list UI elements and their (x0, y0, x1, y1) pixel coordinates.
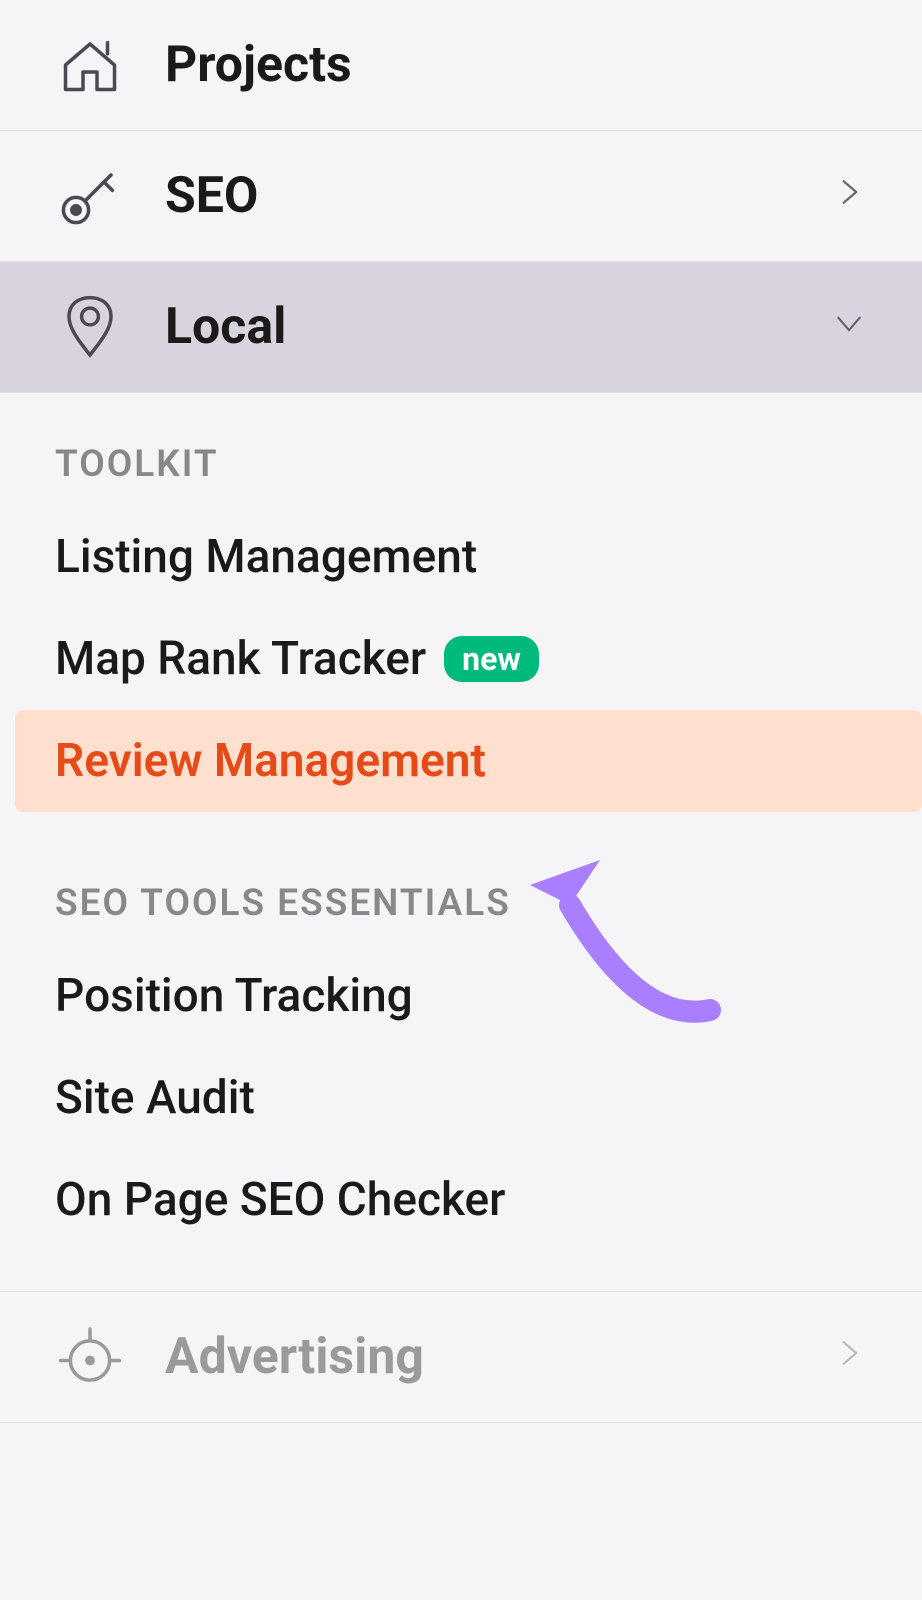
sidebar-item-label: Map Rank Tracker (55, 632, 426, 686)
nav-item-projects[interactable]: Projects (0, 0, 922, 131)
toolkit-items: Listing Management Map Rank Tracker new … (0, 486, 922, 832)
sidebar-item-site-audit[interactable]: Site Audit (0, 1047, 922, 1149)
nav-label-local: Local (165, 298, 286, 356)
new-badge: new (444, 636, 539, 682)
sidebar-item-listing-management[interactable]: Listing Management (0, 506, 922, 608)
nav-label-seo: SEO (165, 167, 258, 225)
sidebar-item-on-page-seo-checker[interactable]: On Page SEO Checker (0, 1149, 922, 1251)
target-icon (55, 1322, 135, 1392)
location-pin-icon (55, 292, 135, 362)
sidebar-item-label: Position Tracking (55, 969, 413, 1023)
sidebar-item-label: Listing Management (55, 530, 477, 584)
key-icon (55, 161, 135, 231)
sidebar-item-map-rank-tracker[interactable]: Map Rank Tracker new (0, 608, 922, 710)
sidebar-item-review-management[interactable]: Review Management (15, 710, 922, 812)
nav-label-projects: Projects (165, 36, 352, 94)
nav-label-advertising: Advertising (165, 1328, 424, 1386)
chevron-right-icon (831, 1334, 867, 1381)
sidebar-item-position-tracking[interactable]: Position Tracking (0, 945, 922, 1047)
seo-tools-items: Position Tracking Site Audit On Page SEO… (0, 925, 922, 1271)
chevron-down-icon (831, 304, 867, 351)
nav-item-seo[interactable]: SEO (0, 131, 922, 262)
sidebar-item-label: Review Management (55, 734, 486, 788)
section-heading-toolkit: TOOLKIT (0, 393, 922, 486)
home-icon (55, 30, 135, 100)
sidebar-item-label: Site Audit (55, 1071, 255, 1125)
chevron-right-icon (831, 173, 867, 220)
section-heading-seo-tools-essentials: SEO TOOLS ESSENTIALS (0, 832, 922, 925)
nav-item-local[interactable]: Local (0, 262, 922, 393)
sidebar-item-label: On Page SEO Checker (55, 1173, 505, 1227)
nav-item-advertising[interactable]: Advertising (0, 1291, 922, 1423)
